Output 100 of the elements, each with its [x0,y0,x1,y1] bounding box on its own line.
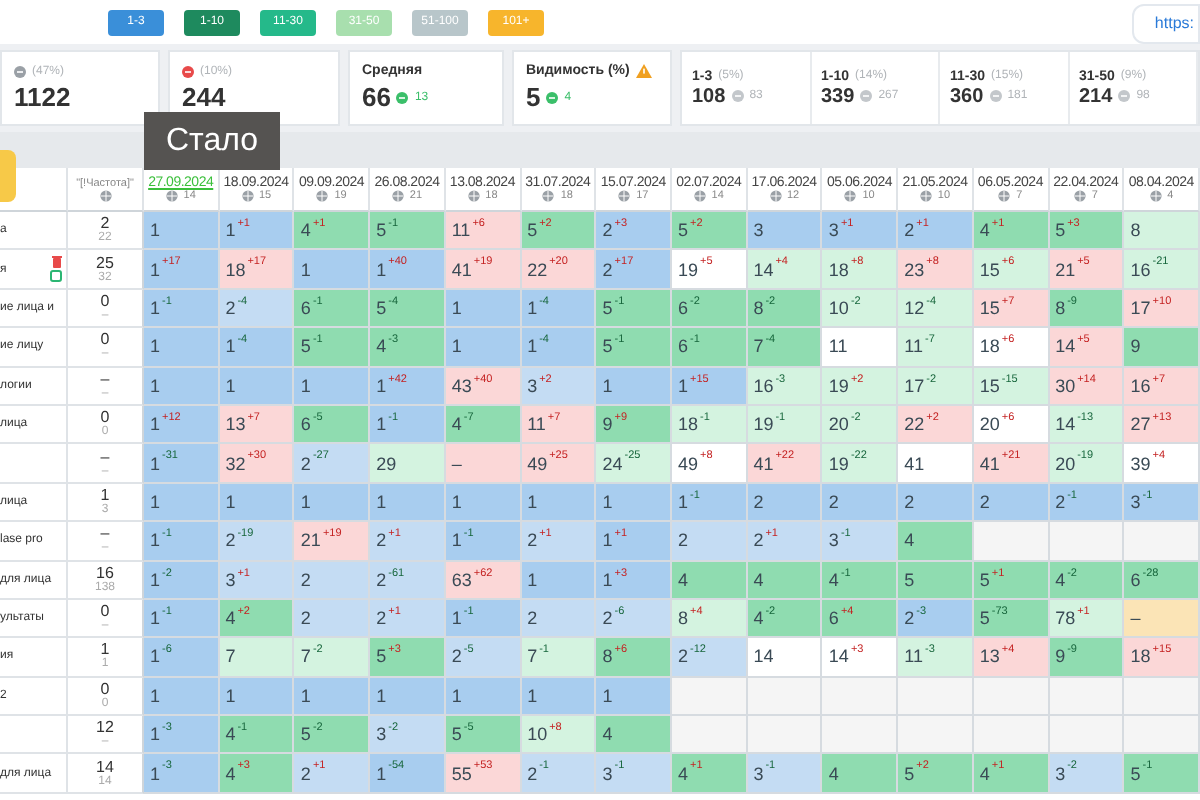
position-value: 10 [828,297,849,318]
position-change: +6 [614,644,628,657]
position-change: +2 [539,218,552,230]
position-change: +3 [1067,218,1080,230]
globe-icon [241,190,253,202]
position-change: -4 [539,295,549,308]
position-change: -1 [614,334,625,347]
globe-icon [99,189,111,201]
position-value: 1 [678,375,689,396]
position-change: -1 [388,411,399,424]
position-change: -2 [312,722,323,735]
position-value: 2 [527,763,538,784]
position-change: +14 [1077,373,1096,386]
position-change: +1 [237,218,250,230]
position-value: 2 [602,608,613,629]
globe-icon [693,190,706,202]
frequency-value: 1 [100,642,110,659]
position-value: 55 [451,763,472,784]
position-value: 4 [828,763,839,784]
position-change: +2 [539,373,552,386]
position-value: 16 [1130,259,1151,280]
position-change: +8 [926,256,939,269]
position-value: 19 [828,453,849,474]
position-change: +1 [539,528,552,541]
position-value: 1 [527,336,538,357]
position-value: 8 [602,646,613,667]
frequency-value: 25 [96,255,114,272]
position-change: +15 [1152,644,1172,657]
globe-icon [391,190,404,202]
position-value: 3 [828,220,839,241]
position-value: 1 [451,336,462,357]
position-value: 4 [225,608,236,629]
position-value: 2 [376,530,387,551]
position-change: +1 [765,528,778,541]
position-value: 2 [300,453,311,474]
position-change: -1 [162,528,172,541]
position-value: 3 [1055,763,1066,784]
globe-icon [542,190,555,202]
position-value: 1 [150,491,161,512]
position-value: 1 [376,259,387,280]
position-change: +2 [916,760,929,773]
position-value: 1 [376,491,387,512]
position-value: 2 [753,491,764,512]
position-value: 13 [225,414,246,435]
position-value: 9 [1130,336,1141,357]
position-change: +22 [775,450,795,463]
position-value: 14 [753,259,774,280]
position-value: 1 [150,646,161,667]
position-value: 2 [753,530,764,551]
position-value: 6 [1130,569,1141,590]
position-value: 4 [678,763,689,784]
frequency-value: – [100,449,110,466]
position-change: +9 [614,411,628,424]
position-value: 63 [451,569,472,590]
position-value: 5 [678,220,689,241]
position-value: 2 [904,608,915,629]
frequency-value: 0 [100,604,110,621]
position-value: 1 [602,685,613,706]
position-value: 1 [451,530,462,551]
position-value: 15 [979,297,1000,318]
position-change: -7 [924,334,935,347]
position-value: 7 [527,646,538,667]
position-change: -1 [700,411,710,424]
position-value: 41 [904,453,925,474]
position-value: 5 [376,297,387,318]
trash-icon[interactable] [51,256,61,269]
position-value: 22 [904,414,925,435]
position-change: -1 [765,760,776,773]
position-value: 1 [300,259,311,280]
position-change: -1 [312,295,323,308]
position-value: 1 [150,530,161,551]
position-value: 1 [150,259,161,280]
url-link[interactable]: https: [1132,4,1200,44]
position-value: 18 [225,259,246,280]
position-change: -2 [1067,567,1077,580]
position-change: -2 [765,295,776,308]
position-value: 18 [1130,646,1151,667]
position-value: 1 [150,763,161,784]
position-value: 1 [527,685,538,706]
position-value: 5 [376,220,387,241]
position-value: 1 [527,491,538,512]
globe-icon [618,190,631,202]
position-value: 1 [150,685,161,706]
frequency-value: 16 [96,565,114,582]
frequency-value: 0 [100,681,110,698]
position-value: 8 [1130,220,1141,241]
position-change: -9 [1067,295,1077,308]
position-change: +4 [1001,644,1015,657]
position-value: 5 [300,336,311,357]
position-value: 2 [527,608,538,629]
position-change: -7 [463,411,474,424]
position-value: 41 [451,259,472,280]
position-value: 16 [753,375,774,396]
position-value: 5 [979,569,990,590]
position-value: 5 [904,569,915,590]
position-change: +1 [840,218,854,230]
position-value: 11 [904,646,923,667]
position-value: 1 [150,724,161,745]
position-change: +3 [237,760,250,773]
position-change: -15 [1001,373,1018,386]
